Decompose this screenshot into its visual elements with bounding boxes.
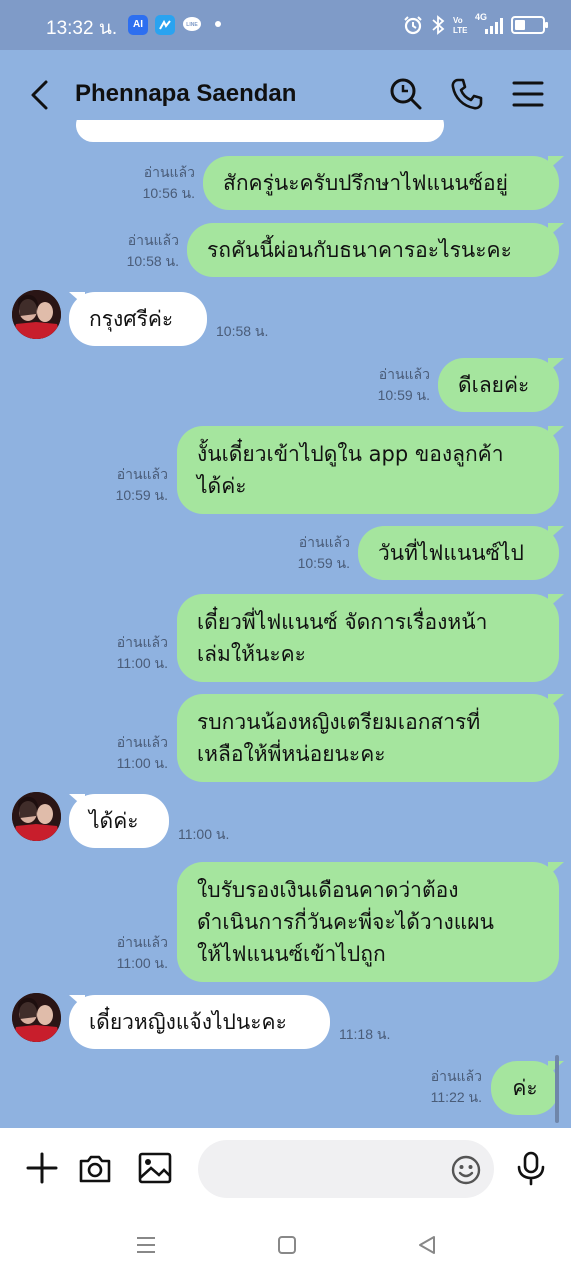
message-bubble[interactable]: งั้นเดี๋ยวเข้าไปดูใน app ของลูกค้า ได้ค่… — [177, 426, 559, 514]
message-time: 10:58 น. — [216, 323, 269, 339]
message-time: 11:00 น. — [116, 955, 168, 971]
clipped-message-bubble — [76, 120, 444, 142]
back-nav-icon[interactable] — [416, 1234, 438, 1256]
message-meta: อ่านแล้ว 11:00 น. — [117, 732, 168, 774]
contact-avatar[interactable] — [12, 792, 61, 841]
message-text: เหลือให้พี่หน่อยนะคะ — [197, 742, 386, 766]
scrollbar[interactable] — [555, 1055, 559, 1123]
message-text: ดำเนินการกี่วันคะพี่จะได้วางแผน — [197, 910, 494, 934]
recent-apps-icon[interactable] — [135, 1234, 157, 1256]
contact-avatar[interactable] — [12, 993, 61, 1042]
message-text: เล่มให้นะคะ — [197, 642, 306, 666]
message-time: 11:00 น. — [116, 655, 168, 671]
message-time: 10:59 น. — [377, 387, 430, 403]
message-text: กรุงศรีค่ะ — [89, 307, 174, 331]
message-text: วันที่ไฟแนนซ์ไป — [378, 541, 524, 565]
message-meta: อ่านแล้ว 11:00 น. — [117, 632, 168, 674]
message-list[interactable]: อ่านแล้ว 10:56 น. สักครู่นะครับปรึกษาไฟแ… — [0, 120, 571, 1130]
message-bubble[interactable]: กรุงศรีค่ะ — [69, 292, 207, 346]
message-text: ได้ค่ะ — [197, 474, 247, 498]
message-time: 10:58 น. — [126, 253, 179, 269]
bluetooth-icon — [432, 15, 445, 35]
message-text: ค่ะ — [512, 1076, 538, 1100]
message-text: ได้ค่ะ — [89, 809, 139, 833]
message-time: 11:00 น. — [116, 755, 168, 771]
read-receipt: อ่านแล้ว — [378, 366, 430, 382]
chevron-left-icon[interactable] — [26, 78, 56, 112]
status-time: 13:32 น. — [46, 18, 118, 39]
signal-icon: 4G — [475, 12, 503, 36]
line-app-icon: LINE — [182, 15, 202, 35]
message-time: 11:18 น. — [339, 1026, 391, 1042]
message-text: เดี๋ยวพี่ไฟแนนซ์ จัดการเรื่องหน้า — [197, 610, 488, 634]
contact-avatar[interactable] — [12, 290, 61, 339]
message-text: ใบรับรองเงินเดือนคาดว่าต้อง — [197, 878, 459, 902]
message-text: ดีเลยค่ะ — [458, 373, 530, 397]
message-meta: อ่านแล้ว 10:56 น. — [143, 162, 195, 204]
read-receipt: อ่านแล้ว — [127, 232, 179, 248]
image-icon[interactable] — [137, 1150, 173, 1186]
message-bubble[interactable]: วันที่ไฟแนนซ์ไป — [358, 526, 559, 580]
message-bubble[interactable]: สักครู่นะครับปรึกษาไฟแนนซ์อยู่ — [203, 156, 559, 210]
messenger-app-icon — [155, 15, 175, 35]
message-bubble[interactable]: รบกวนน้องหญิงเตรียมเอกสารที่ เหลือให้พี่… — [177, 694, 559, 782]
message-time: 10:59 น. — [297, 555, 350, 571]
read-receipt: อ่านแล้ว — [143, 164, 195, 180]
system-nav-bar — [0, 1210, 571, 1280]
emoji-icon[interactable] — [450, 1154, 482, 1186]
message-time: 11:00 น. — [178, 826, 230, 842]
message-time: 10:56 น. — [142, 185, 195, 201]
message-text: งั้นเดี๋ยวเข้าไปดูใน app ของลูกค้า — [197, 442, 504, 466]
search-icon[interactable] — [388, 76, 424, 112]
alarm-icon — [404, 16, 422, 35]
message-bubble[interactable]: รถคันนี้ผ่อนกับธนาคารอะไรนะคะ — [187, 223, 559, 277]
message-meta: อ่านแล้ว 10:59 น. — [116, 464, 168, 506]
message-input[interactable] — [198, 1140, 494, 1198]
camera-icon[interactable] — [77, 1150, 113, 1186]
message-bubble[interactable]: เดี๋ยวหญิงแจ้งไปนะคะ — [69, 995, 330, 1049]
message-time: 11:22 น. — [430, 1089, 482, 1105]
message-text: เดี๋ยวหญิงแจ้งไปนะคะ — [89, 1010, 287, 1034]
microphone-icon[interactable] — [513, 1150, 549, 1186]
message-text: รบกวนน้องหญิงเตรียมเอกสารที่ — [197, 710, 481, 734]
message-meta: อ่านแล้ว 10:59 น. — [298, 532, 350, 574]
message-text: รถคันนี้ผ่อนกับธนาคารอะไรนะคะ — [207, 238, 512, 262]
phone-icon[interactable] — [449, 76, 485, 112]
message-bubble[interactable]: ใบรับรองเงินเดือนคาดว่าต้อง ดำเนินการกี่… — [177, 862, 559, 982]
message-bubble[interactable]: ได้ค่ะ — [69, 794, 169, 848]
volte-icon: VoLTE — [453, 16, 468, 35]
message-meta: อ่านแล้ว 11:00 น. — [117, 932, 168, 974]
message-time: 10:59 น. — [115, 487, 168, 503]
plus-icon[interactable] — [24, 1150, 60, 1186]
ai-app-icon: AI — [128, 15, 148, 35]
message-meta: อ่านแล้ว 10:58 น. — [127, 230, 179, 272]
status-bar: 13:32 น. AI LINE Vo LTE 4G — [0, 0, 571, 50]
message-meta: อ่านแล้ว 11:22 น. — [431, 1066, 482, 1108]
message-text: ให้ไฟแนนซ์เข้าไปถูก — [197, 942, 386, 966]
message-text: สักครู่นะครับปรึกษาไฟแนนซ์อยู่ — [223, 171, 508, 195]
battery-icon — [511, 16, 548, 34]
read-receipt: อ่านแล้ว — [116, 634, 168, 650]
notification-dot — [215, 21, 221, 27]
read-receipt: อ่านแล้ว — [116, 934, 168, 950]
read-receipt: อ่านแล้ว — [298, 534, 350, 550]
home-icon[interactable] — [276, 1234, 298, 1256]
read-receipt: อ่านแล้ว — [116, 734, 168, 750]
message-bubble[interactable]: ดีเลยค่ะ — [438, 358, 559, 412]
svg-text:LTE: LTE — [453, 26, 468, 35]
message-meta: อ่านแล้ว 10:59 น. — [378, 364, 430, 406]
read-receipt: อ่านแล้ว — [116, 466, 168, 482]
message-bubble[interactable]: เดี๋ยวพี่ไฟแนนซ์ จัดการเรื่องหน้า เล่มให… — [177, 594, 559, 682]
hamburger-menu-icon[interactable] — [510, 76, 546, 112]
contact-name[interactable]: Phennapa Saendan — [75, 80, 296, 108]
read-receipt: อ่านแล้ว — [430, 1068, 482, 1084]
line-badge-text: LINE — [186, 22, 198, 28]
svg-text:Vo: Vo — [453, 16, 463, 25]
